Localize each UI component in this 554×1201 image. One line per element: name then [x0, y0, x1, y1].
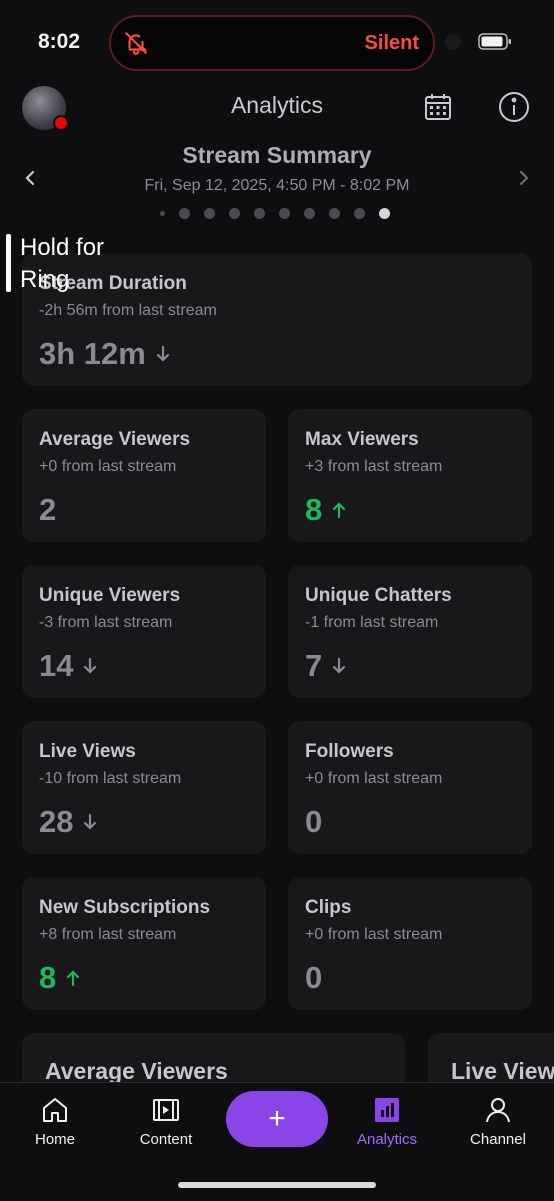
chevron-right-icon[interactable] [514, 168, 534, 188]
card-delta: -2h 56m from last stream [39, 302, 217, 319]
card-value: 8 [305, 492, 323, 527]
card-delta: +8 from last stream [39, 926, 177, 943]
card-value-row: 8 [305, 492, 515, 528]
summary-title: Stream Summary [182, 142, 372, 168]
status-time: 8:02 [38, 30, 81, 53]
page-dot[interactable] [229, 207, 240, 219]
card-delta: -1 from last stream [305, 614, 439, 631]
chart-card-title: Average Viewers [45, 1058, 228, 1084]
stat-card-clips: Clips +0 from last stream 0 [288, 877, 532, 1010]
create-button[interactable]: + [226, 1091, 328, 1147]
card-value: 14 [39, 648, 74, 683]
card-value: 0 [305, 960, 323, 995]
card-value: 8 [39, 960, 57, 995]
card-title: Followers [305, 741, 394, 762]
card-title: Average Viewers [39, 429, 191, 450]
card-value-row: 14 [39, 648, 249, 684]
card-title: Unique Viewers [39, 585, 181, 606]
page-dot[interactable] [279, 207, 290, 219]
arrow-down-icon [84, 657, 97, 674]
tab-channel[interactable]: Channel [453, 1095, 543, 1148]
arrow-up-icon [333, 502, 346, 519]
card-value-row: 7 [305, 648, 515, 684]
arrow-down-icon [84, 813, 97, 830]
ring-indicator-bar [6, 234, 11, 292]
bell-slash-icon [125, 32, 148, 55]
stat-card-max-viewers: Max Viewers +3 from last stream 8 [288, 409, 532, 542]
page-dot[interactable] [329, 207, 340, 219]
card-value-row: 8 [39, 960, 249, 996]
chart-card-title: Live Views [451, 1058, 554, 1084]
card-value: 3h 12m [39, 336, 146, 371]
stat-card-new-subscriptions: New Subscriptions +8 from last stream 8 [22, 877, 266, 1010]
page-dot[interactable] [179, 207, 190, 219]
summary-date: Fri, Sep 12, 2025, 4:50 PM - 8:02 PM [144, 177, 410, 194]
tab-label: Home [34, 1131, 75, 1148]
card-value-row: 2 [39, 492, 249, 528]
card-title: Unique Chatters [305, 585, 452, 606]
stat-card-live-views: Live Views -10 from last stream 28 [22, 721, 266, 854]
stat-card-unique-chatters: Unique Chatters -1 from last stream 7 [288, 565, 532, 698]
calendar-icon[interactable] [423, 92, 453, 122]
card-value: 0 [305, 804, 323, 839]
page-dot[interactable] [160, 210, 165, 216]
card-value-row: 0 [305, 804, 515, 840]
stat-card-unique-viewers: Unique Viewers -3 from last stream 14 [22, 565, 266, 698]
page-title: Analytics [230, 92, 324, 118]
card-value: 2 [39, 492, 57, 527]
home-indicator[interactable] [178, 1182, 376, 1188]
card-title: Clips [305, 897, 352, 918]
page-indicator[interactable] [160, 207, 390, 219]
arrow-up-icon [67, 970, 80, 987]
card-delta: +3 from last stream [305, 458, 443, 475]
camera-dot [445, 34, 461, 50]
page-dot[interactable] [204, 207, 215, 219]
card-delta: -10 from last stream [39, 770, 182, 787]
tab-home[interactable]: Home [10, 1095, 100, 1148]
tab-label: Channel [470, 1131, 526, 1148]
card-delta: +0 from last stream [39, 458, 177, 475]
card-value: 7 [305, 648, 323, 683]
silent-label: Silent [364, 32, 419, 54]
tab-label: Content [139, 1131, 193, 1148]
page-dot[interactable] [304, 207, 315, 219]
arrow-down-icon [333, 657, 346, 674]
hold-for-ring-label: Hold for Ring [20, 234, 105, 293]
card-delta: +0 from last stream [305, 770, 443, 787]
home-icon [43, 1098, 67, 1122]
card-value-row: 28 [39, 804, 249, 840]
card-delta: +0 from last stream [305, 926, 443, 943]
card-title: Max Viewers [305, 429, 419, 450]
tab-content[interactable]: Content [121, 1095, 211, 1148]
info-icon[interactable] [497, 90, 531, 124]
page-dot[interactable] [354, 207, 365, 219]
arrow-down-icon [156, 345, 169, 362]
video-frame-icon [153, 1099, 179, 1121]
chevron-left-icon[interactable] [20, 168, 40, 188]
page-dot-active[interactable] [379, 207, 390, 219]
card-value: 28 [39, 804, 74, 839]
battery-icon [478, 33, 511, 50]
stat-card-followers: Followers +0 from last stream 0 [288, 721, 532, 854]
person-icon [486, 1098, 510, 1123]
page-dot[interactable] [254, 207, 265, 219]
card-title: Live Views [39, 741, 136, 762]
dynamic-island: Silent [109, 15, 435, 71]
stat-card-avg-viewers: Average Viewers +0 from last stream 2 [22, 409, 266, 542]
card-title: New Subscriptions [39, 897, 211, 918]
card-value-row: 3h 12m [39, 336, 515, 372]
card-delta: -3 from last stream [39, 614, 173, 631]
tab-analytics[interactable]: Analytics [342, 1095, 432, 1148]
tab-label: Analytics [356, 1131, 418, 1148]
analytics-icon [375, 1098, 399, 1122]
card-value-row: 0 [305, 960, 515, 996]
